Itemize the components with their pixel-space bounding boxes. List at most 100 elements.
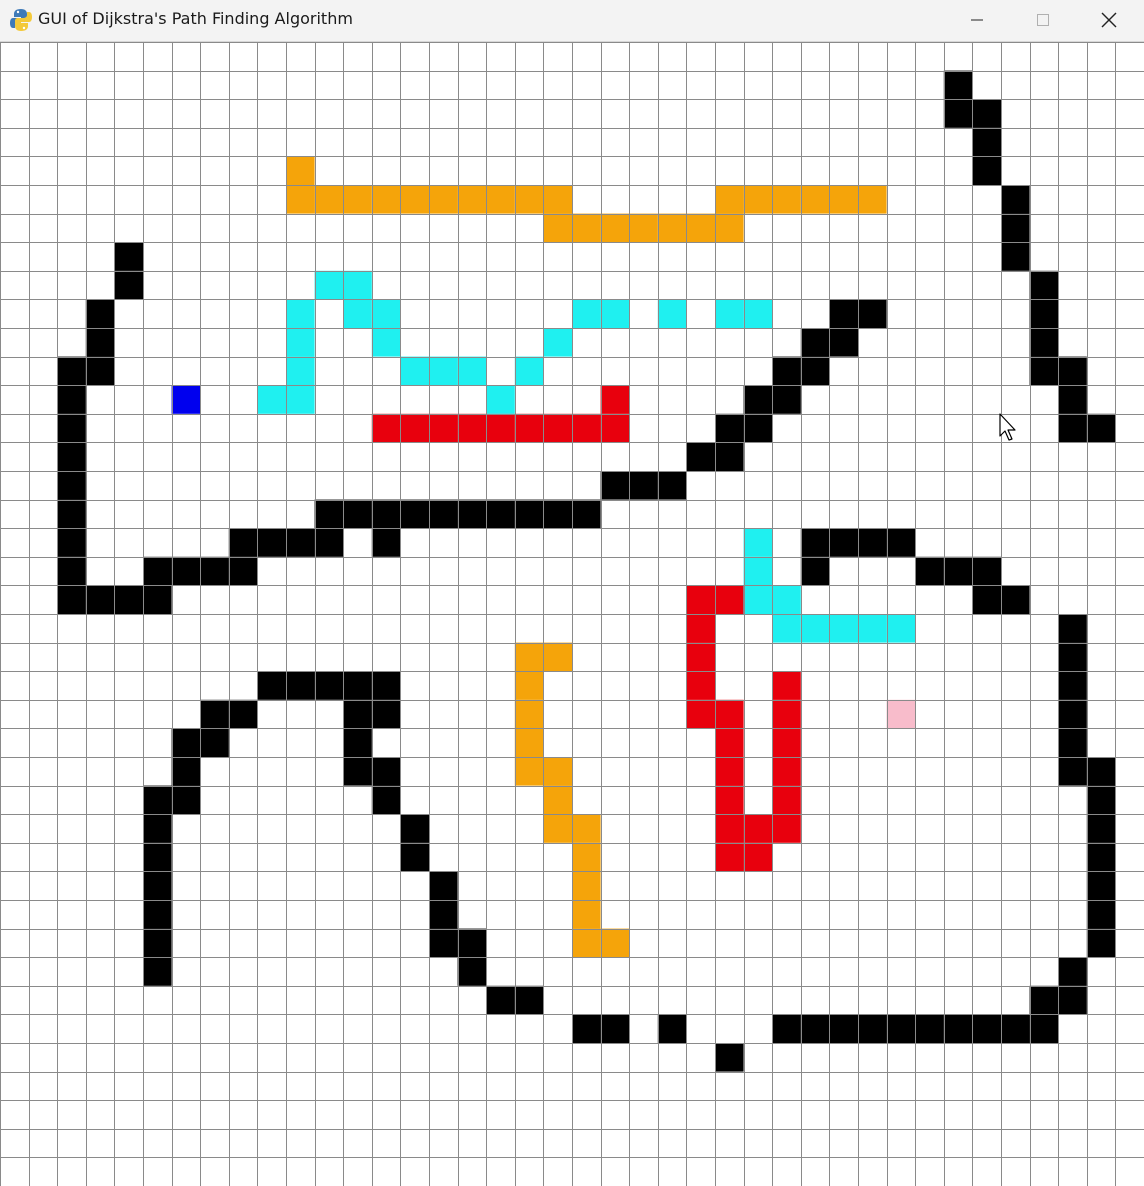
barrier-cell[interactable] bbox=[543, 499, 572, 529]
barrier-cell[interactable] bbox=[371, 757, 401, 786]
path-cell[interactable] bbox=[772, 814, 801, 843]
path-cell[interactable] bbox=[371, 413, 401, 443]
barrier-cell[interactable] bbox=[57, 556, 86, 586]
barrier-cell[interactable] bbox=[114, 585, 143, 614]
visited-cell[interactable] bbox=[514, 728, 544, 757]
barrier-cell[interactable] bbox=[257, 528, 286, 557]
barrier-cell[interactable] bbox=[457, 928, 487, 958]
barrier-cell[interactable] bbox=[572, 1014, 601, 1043]
barrier-cell[interactable] bbox=[1086, 842, 1116, 872]
barrier-cell[interactable] bbox=[1058, 757, 1087, 786]
visited-cell[interactable] bbox=[800, 185, 830, 214]
frontier-cell[interactable] bbox=[657, 299, 687, 328]
visited-cell[interactable] bbox=[686, 213, 715, 243]
barrier-cell[interactable] bbox=[943, 99, 973, 128]
frontier-cell[interactable] bbox=[286, 385, 315, 414]
barrier-cell[interactable] bbox=[1058, 985, 1087, 1015]
close-button[interactable] bbox=[1076, 0, 1142, 40]
barrier-cell[interactable] bbox=[943, 556, 973, 586]
barrier-cell[interactable] bbox=[143, 556, 172, 586]
barrier-cell[interactable] bbox=[314, 528, 344, 557]
barrier-cell[interactable] bbox=[171, 757, 201, 786]
path-cell[interactable] bbox=[715, 728, 744, 757]
barrier-cell[interactable] bbox=[1029, 1014, 1059, 1043]
visited-cell[interactable] bbox=[572, 213, 601, 243]
path-cell[interactable] bbox=[686, 671, 715, 700]
visited-cell[interactable] bbox=[514, 671, 544, 700]
barrier-cell[interactable] bbox=[171, 556, 201, 586]
barrier-cell[interactable] bbox=[972, 585, 1001, 614]
barrier-cell[interactable] bbox=[371, 499, 401, 529]
visited-cell[interactable] bbox=[600, 213, 630, 243]
path-cell[interactable] bbox=[429, 413, 458, 443]
path-cell[interactable] bbox=[715, 814, 744, 843]
barrier-cell[interactable] bbox=[143, 928, 172, 958]
barrier-cell[interactable] bbox=[858, 528, 887, 557]
barrier-cell[interactable] bbox=[1001, 1014, 1030, 1043]
barrier-cell[interactable] bbox=[829, 1014, 858, 1043]
barrier-cell[interactable] bbox=[743, 413, 773, 443]
maximize-button[interactable] bbox=[1010, 0, 1076, 40]
pathfinding-grid[interactable] bbox=[0, 42, 1144, 1186]
frontier-cell[interactable] bbox=[743, 299, 773, 328]
barrier-cell[interactable] bbox=[143, 814, 172, 843]
barrier-cell[interactable] bbox=[286, 528, 315, 557]
path-cell[interactable] bbox=[514, 413, 544, 443]
path-cell[interactable] bbox=[772, 757, 801, 786]
barrier-cell[interactable] bbox=[572, 499, 601, 529]
barrier-cell[interactable] bbox=[800, 528, 830, 557]
path-cell[interactable] bbox=[715, 785, 744, 815]
barrier-cell[interactable] bbox=[171, 785, 201, 815]
barrier-cell[interactable] bbox=[1029, 356, 1059, 386]
frontier-cell[interactable] bbox=[343, 299, 372, 328]
barrier-cell[interactable] bbox=[400, 499, 429, 529]
title-bar[interactable]: GUI of Dijkstra's Path Finding Algorithm bbox=[0, 0, 1144, 42]
barrier-cell[interactable] bbox=[57, 528, 86, 557]
barrier-cell[interactable] bbox=[657, 471, 687, 500]
barrier-cell[interactable] bbox=[1086, 900, 1116, 929]
frontier-cell[interactable] bbox=[457, 356, 487, 386]
barrier-cell[interactable] bbox=[286, 671, 315, 700]
barrier-cell[interactable] bbox=[772, 1014, 801, 1043]
barrier-cell[interactable] bbox=[1001, 585, 1030, 614]
barrier-cell[interactable] bbox=[829, 328, 858, 357]
frontier-cell[interactable] bbox=[371, 328, 401, 357]
barrier-cell[interactable] bbox=[829, 528, 858, 557]
barrier-cell[interactable] bbox=[686, 442, 715, 471]
visited-cell[interactable] bbox=[514, 699, 544, 729]
path-cell[interactable] bbox=[743, 814, 773, 843]
path-cell[interactable] bbox=[772, 728, 801, 757]
barrier-cell[interactable] bbox=[1058, 642, 1087, 672]
barrier-cell[interactable] bbox=[57, 413, 86, 443]
barrier-cell[interactable] bbox=[371, 671, 401, 700]
visited-cell[interactable] bbox=[543, 185, 572, 214]
path-cell[interactable] bbox=[400, 413, 429, 443]
visited-cell[interactable] bbox=[715, 213, 744, 243]
barrier-cell[interactable] bbox=[915, 1014, 944, 1043]
barrier-cell[interactable] bbox=[400, 814, 429, 843]
frontier-cell[interactable] bbox=[286, 328, 315, 357]
frontier-cell[interactable] bbox=[371, 299, 401, 328]
visited-cell[interactable] bbox=[343, 185, 372, 214]
path-cell[interactable] bbox=[772, 699, 801, 729]
barrier-cell[interactable] bbox=[1086, 871, 1116, 900]
visited-cell[interactable] bbox=[715, 185, 744, 214]
barrier-cell[interactable] bbox=[228, 528, 258, 557]
barrier-cell[interactable] bbox=[57, 499, 86, 529]
barrier-cell[interactable] bbox=[1029, 270, 1059, 300]
barrier-cell[interactable] bbox=[1001, 185, 1030, 214]
barrier-cell[interactable] bbox=[1058, 385, 1087, 414]
barrier-cell[interactable] bbox=[371, 699, 401, 729]
barrier-cell[interactable] bbox=[715, 442, 744, 471]
barrier-cell[interactable] bbox=[429, 928, 458, 958]
path-cell[interactable] bbox=[772, 671, 801, 700]
barrier-cell[interactable] bbox=[600, 1014, 630, 1043]
frontier-cell[interactable] bbox=[600, 299, 630, 328]
barrier-cell[interactable] bbox=[1029, 299, 1059, 328]
barrier-cell[interactable] bbox=[85, 585, 115, 614]
barrier-cell[interactable] bbox=[314, 671, 344, 700]
visited-cell[interactable] bbox=[572, 900, 601, 929]
barrier-cell[interactable] bbox=[1086, 928, 1116, 958]
barrier-cell[interactable] bbox=[1001, 213, 1030, 243]
barrier-cell[interactable] bbox=[600, 471, 630, 500]
